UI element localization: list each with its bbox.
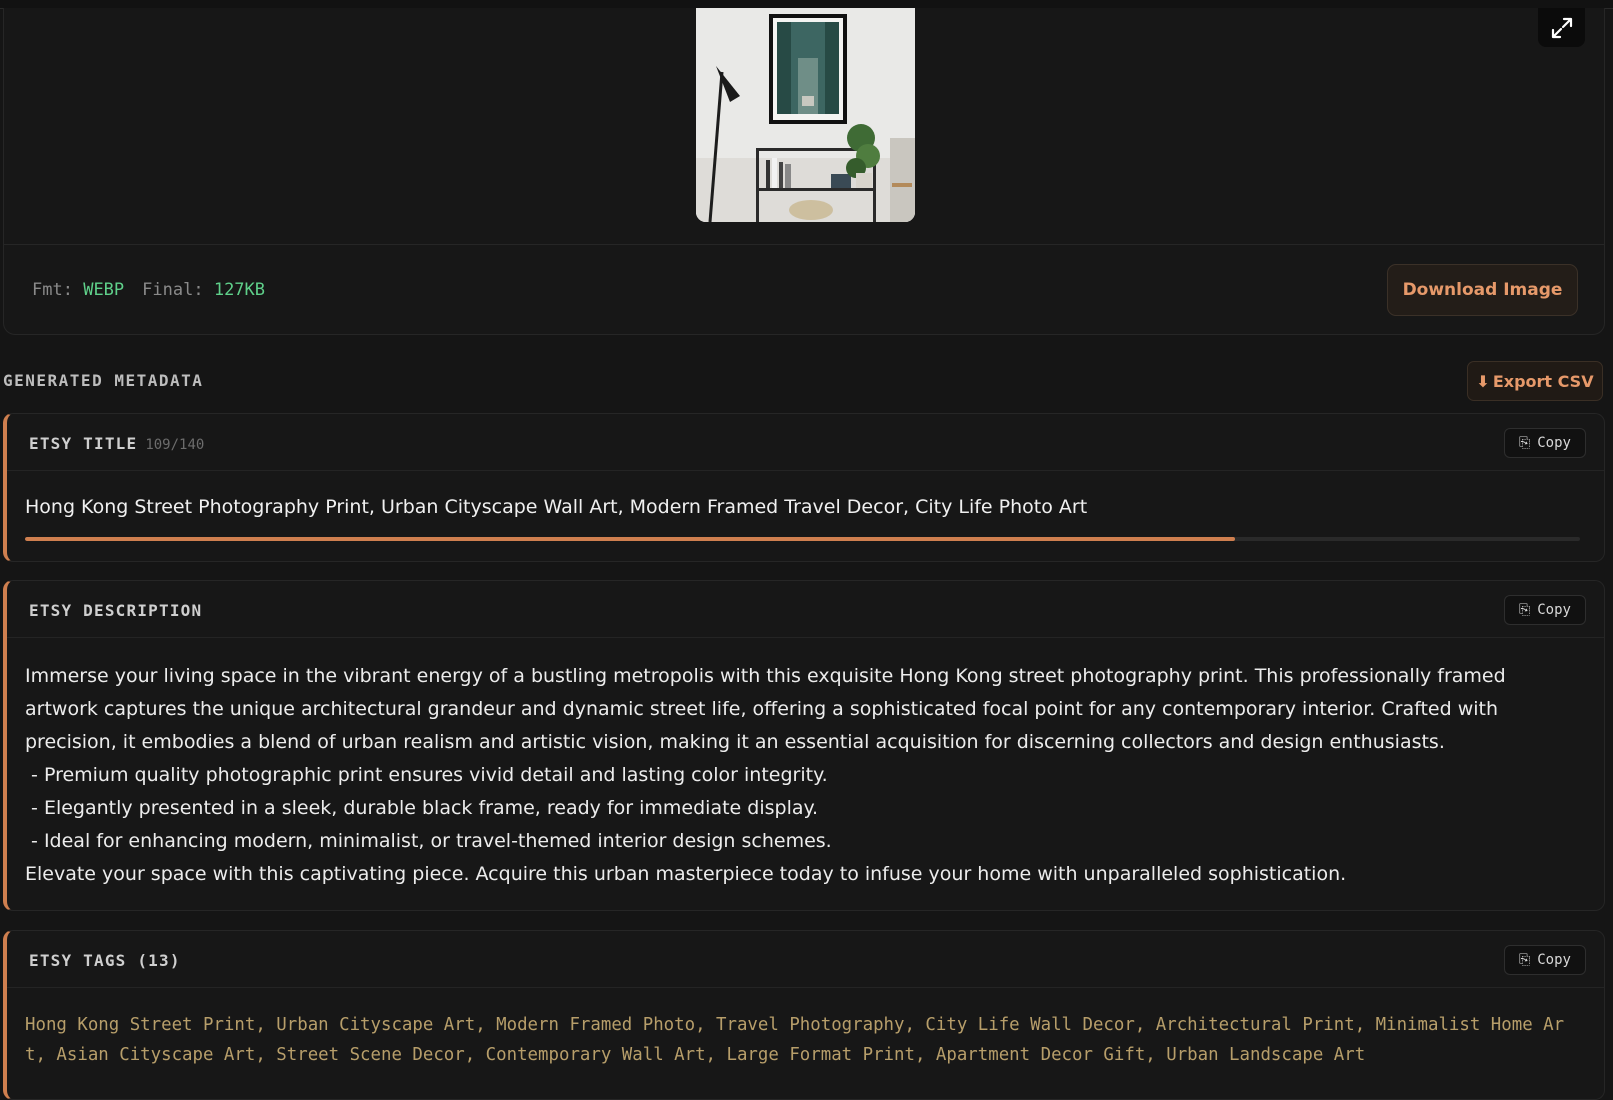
card-header: ETSY TAGS (13) ⎘ Copy bbox=[7, 931, 1604, 988]
export-csv-button[interactable]: ⬇ Export CSV bbox=[1467, 361, 1603, 401]
panel-divider bbox=[4, 244, 1604, 245]
download-arrow-icon: ⬇ bbox=[1476, 371, 1490, 391]
card-heading-text: ETSY TITLE bbox=[29, 434, 138, 453]
copy-description-button[interactable]: ⎘ Copy bbox=[1504, 595, 1586, 625]
description-bullet: - Elegantly presented in a sleek, durabl… bbox=[25, 797, 819, 819]
description-paragraph: Immerse your living space in the vibrant… bbox=[25, 665, 1512, 753]
copy-icon: ⎘ bbox=[1519, 602, 1531, 618]
description-closing: Elevate your space with this captivating… bbox=[25, 863, 1347, 885]
generated-metadata-heading: GENERATED METADATA bbox=[3, 371, 204, 390]
final-size-value: 127KB bbox=[213, 280, 266, 300]
etsy-tags-text[interactable]: Hong Kong Street Print, Urban Cityscape … bbox=[25, 1010, 1580, 1070]
copy-icon: ⎘ bbox=[1519, 952, 1531, 968]
product-mockup-image[interactable] bbox=[696, 8, 915, 222]
title-length-progress-fill bbox=[25, 537, 1235, 541]
format-label: Fmt: bbox=[32, 280, 73, 300]
copy-label: Copy bbox=[1537, 602, 1571, 618]
image-info: Fmt: WEBP Final: 127KB bbox=[32, 280, 265, 300]
description-bullet: - Ideal for enhancing modern, minimalist… bbox=[25, 830, 832, 852]
copy-title-button[interactable]: ⎘ Copy bbox=[1504, 428, 1586, 458]
card-heading: ETSY TAGS (13) bbox=[29, 951, 181, 970]
card-heading: ETSY TITLE 109/140 bbox=[29, 434, 204, 453]
title-length-progress bbox=[25, 537, 1580, 541]
expand-icon bbox=[1551, 17, 1572, 38]
copy-label: Copy bbox=[1537, 952, 1571, 968]
card-header: ETSY DESCRIPTION ⎘ Copy bbox=[7, 581, 1604, 638]
card-heading: ETSY DESCRIPTION bbox=[29, 601, 203, 620]
mockup-illustration bbox=[696, 8, 915, 222]
export-csv-label: Export CSV bbox=[1492, 371, 1594, 391]
expand-button[interactable] bbox=[1538, 8, 1585, 47]
etsy-description-text[interactable]: Immerse your living space in the vibrant… bbox=[25, 660, 1580, 891]
final-size-label: Final: bbox=[142, 280, 204, 300]
description-bullet: - Premium quality photographic print ens… bbox=[25, 764, 828, 786]
format-value: WEBP bbox=[83, 280, 125, 300]
card-header: ETSY TITLE 109/140 ⎘ Copy bbox=[7, 414, 1604, 471]
copy-icon: ⎘ bbox=[1519, 435, 1531, 451]
image-preview-panel: Fmt: WEBP Final: 127KB Download Image bbox=[3, 8, 1605, 335]
copy-tags-button[interactable]: ⎘ Copy bbox=[1504, 945, 1586, 975]
copy-label: Copy bbox=[1537, 435, 1571, 451]
download-image-button[interactable]: Download Image bbox=[1387, 264, 1578, 316]
character-count: 109/140 bbox=[145, 437, 205, 453]
etsy-title-text[interactable]: Hong Kong Street Photography Print, Urba… bbox=[25, 496, 1087, 518]
